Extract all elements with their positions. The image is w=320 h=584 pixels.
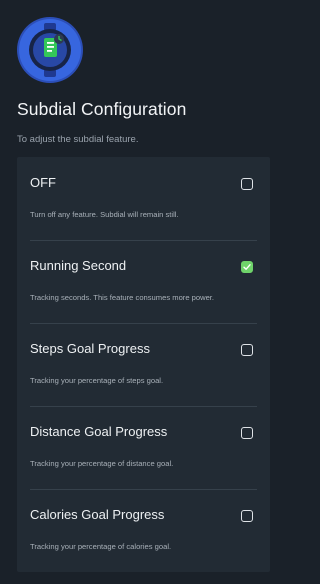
option-calories-goal-progress[interactable]: Calories Goal Progress Tracking your per… bbox=[17, 489, 270, 572]
option-title: Running Second bbox=[30, 258, 127, 273]
option-description: Tracking your percentage of steps goal. bbox=[30, 376, 164, 385]
checkmark-icon bbox=[243, 264, 251, 270]
checkbox[interactable] bbox=[241, 427, 253, 439]
option-description: Tracking seconds. This feature consumes … bbox=[30, 293, 215, 302]
watch-subdial-icon bbox=[17, 17, 83, 83]
option-steps-goal-progress[interactable]: Steps Goal Progress Tracking your percen… bbox=[17, 323, 270, 406]
subdial-options-card: OFF Turn off any feature. Subdial will r… bbox=[17, 157, 270, 572]
option-running-second[interactable]: Running Second Tracking seconds. This fe… bbox=[17, 240, 270, 323]
page-subtitle: To adjust the subdial feature. bbox=[17, 134, 139, 145]
checkbox[interactable] bbox=[241, 178, 253, 190]
option-off[interactable]: OFF Turn off any feature. Subdial will r… bbox=[17, 157, 270, 240]
option-distance-goal-progress[interactable]: Distance Goal Progress Tracking your per… bbox=[17, 406, 270, 489]
checkbox[interactable] bbox=[241, 344, 253, 356]
option-title: OFF bbox=[30, 175, 56, 190]
option-title: Distance Goal Progress bbox=[30, 424, 168, 439]
option-description: Tracking your percentage of distance goa… bbox=[30, 459, 174, 468]
option-title: Steps Goal Progress bbox=[30, 341, 150, 356]
option-title: Calories Goal Progress bbox=[30, 507, 165, 522]
page-title: Subdial Configuration bbox=[17, 99, 187, 119]
checkbox[interactable] bbox=[241, 510, 253, 522]
option-description: Tracking your percentage of calories goa… bbox=[30, 542, 172, 551]
option-description: Turn off any feature. Subdial will remai… bbox=[30, 210, 179, 219]
checkbox-checked[interactable] bbox=[241, 261, 253, 273]
